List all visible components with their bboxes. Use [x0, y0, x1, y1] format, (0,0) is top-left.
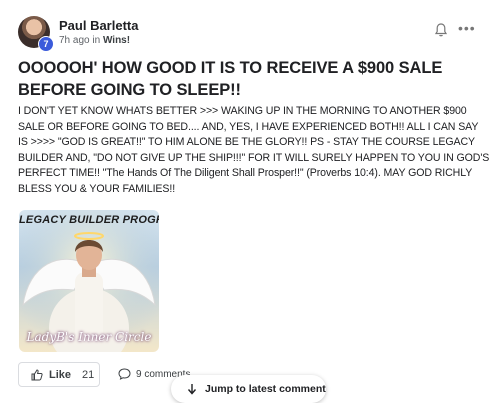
jump-to-latest-comment-button[interactable]: Jump to latest comment — [171, 375, 326, 403]
post-category[interactable]: Wins! — [103, 35, 130, 46]
post-header: 7 Paul Barletta 7h ago in Wins! ••• — [18, 16, 482, 52]
image-caption-top: LEGACY BUILDER PROGRAM — [19, 214, 159, 226]
comment-icon[interactable] — [118, 368, 131, 380]
post-title: OOOOOH' HOW GOOD IT IS TO RECEIVE A $900… — [18, 59, 443, 99]
bell-icon[interactable] — [434, 22, 448, 38]
post-body: I DON'T YET KNOW WHATS BETTER >>> WAKING… — [18, 105, 490, 195]
post-image[interactable]: LEGACY BUILDER PROGRAM LadyB's Inner Cir… — [19, 210, 159, 352]
post-meta: 7h ago in Wins! — [59, 35, 130, 46]
thumbs-up-icon — [31, 369, 43, 381]
like-label: Like — [49, 369, 72, 381]
jump-label: Jump to latest comment — [205, 383, 326, 395]
post-card: 7 Paul Barletta 7h ago in Wins! ••• OOOO… — [0, 0, 500, 403]
more-icon[interactable]: ••• — [458, 20, 476, 36]
post-time: 7h ago in — [59, 35, 101, 46]
like-button[interactable]: Like 21 — [18, 362, 100, 387]
author-name[interactable]: Paul Barletta — [59, 18, 138, 33]
like-count: 21 — [82, 369, 95, 381]
level-badge: 7 — [38, 36, 54, 52]
image-caption-bottom: LadyB's Inner Circle — [26, 330, 152, 344]
arrow-down-icon — [187, 384, 197, 395]
